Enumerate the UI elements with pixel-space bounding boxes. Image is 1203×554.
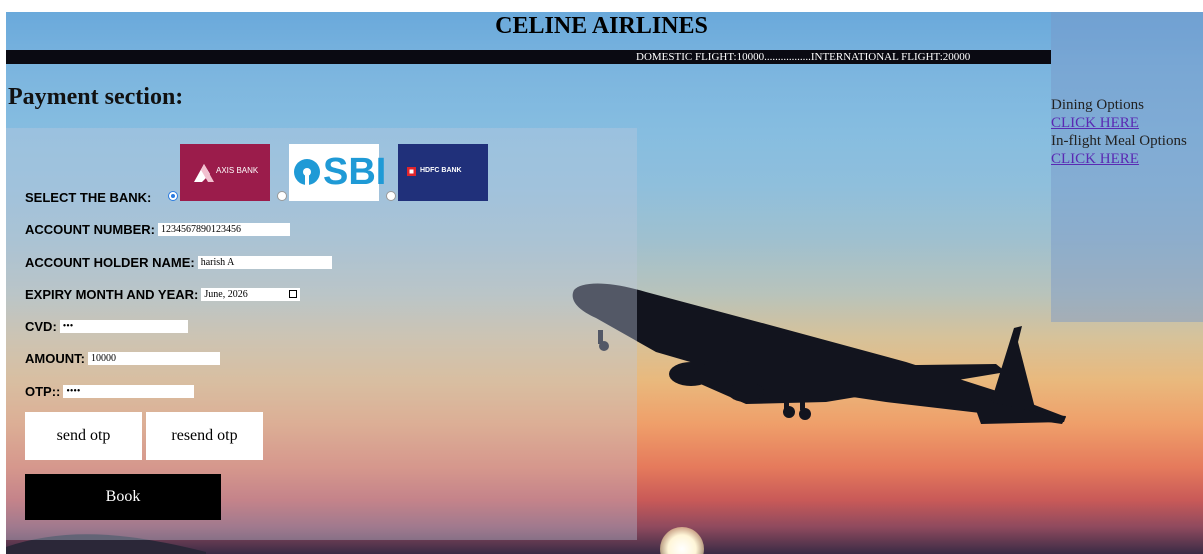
account-number-input[interactable]: 1234567890123456 bbox=[158, 223, 290, 236]
page-title: CELINE AIRLINES bbox=[495, 13, 708, 39]
price-bar: DOMESTIC FLIGHT:10000.................IN… bbox=[6, 50, 1051, 64]
payment-heading: Payment section: bbox=[8, 84, 184, 110]
cvd-label: CVD: bbox=[25, 319, 57, 334]
options-sidebar: Dining Options CLICK HERE In-flight Meal… bbox=[1051, 96, 1187, 168]
expiry-value: June, 2026 bbox=[204, 289, 248, 300]
meal-options-label: In-flight Meal Options bbox=[1051, 133, 1187, 149]
amount-label: AMOUNT: bbox=[25, 351, 85, 366]
radio-sbi[interactable] bbox=[277, 191, 287, 201]
hdfc-bank-text: HDFC BANK bbox=[420, 167, 462, 174]
resend-otp-button[interactable]: resend otp bbox=[146, 412, 263, 460]
dining-options-label: Dining Options bbox=[1051, 97, 1144, 113]
calendar-icon[interactable] bbox=[289, 290, 298, 298]
expiry-input[interactable]: June, 2026 bbox=[201, 288, 301, 301]
radio-axis-bank[interactable] bbox=[168, 191, 178, 201]
cvd-row: CVD: ••• bbox=[25, 319, 188, 334]
axis-bank-text: AXIS BANK bbox=[216, 166, 259, 175]
cvd-input[interactable]: ••• bbox=[59, 320, 188, 333]
dining-options-link[interactable]: CLICK HERE bbox=[1051, 114, 1187, 132]
otp-row: OTP:: •••• bbox=[25, 384, 195, 399]
account-holder-label: ACCOUNT HOLDER NAME: bbox=[25, 255, 195, 270]
axis-bank-logo[interactable]: AXIS BANK bbox=[180, 144, 270, 201]
book-button[interactable]: Book bbox=[25, 474, 221, 520]
expiry-label: EXPIRY MONTH AND YEAR: bbox=[25, 287, 199, 302]
account-holder-row: ACCOUNT HOLDER NAME: harish A bbox=[25, 255, 332, 270]
sbi-logo[interactable]: SBI bbox=[289, 144, 386, 201]
meal-options-link[interactable]: CLICK HERE bbox=[1051, 150, 1187, 168]
sbi-text: SBI bbox=[323, 151, 387, 193]
hdfc-bank-logo[interactable]: HDFC BANK bbox=[398, 144, 488, 201]
radio-hdfc-bank[interactable] bbox=[386, 191, 396, 201]
account-number-row: ACCOUNT NUMBER: 1234567890123456 bbox=[25, 222, 290, 237]
expiry-row: EXPIRY MONTH AND YEAR: June, 2026 bbox=[25, 287, 301, 302]
account-number-label: ACCOUNT NUMBER: bbox=[25, 222, 155, 237]
account-holder-input[interactable]: harish A bbox=[197, 256, 332, 269]
send-otp-button[interactable]: send otp bbox=[25, 412, 142, 460]
amount-input[interactable]: 10000 bbox=[87, 352, 220, 365]
select-bank-label: SELECT THE BANK: bbox=[25, 190, 152, 205]
otp-label: OTP:: bbox=[25, 384, 61, 399]
otp-input[interactable]: •••• bbox=[63, 385, 195, 398]
amount-row: AMOUNT: 10000 bbox=[25, 351, 220, 366]
price-text: DOMESTIC FLIGHT:10000.................IN… bbox=[636, 51, 971, 63]
